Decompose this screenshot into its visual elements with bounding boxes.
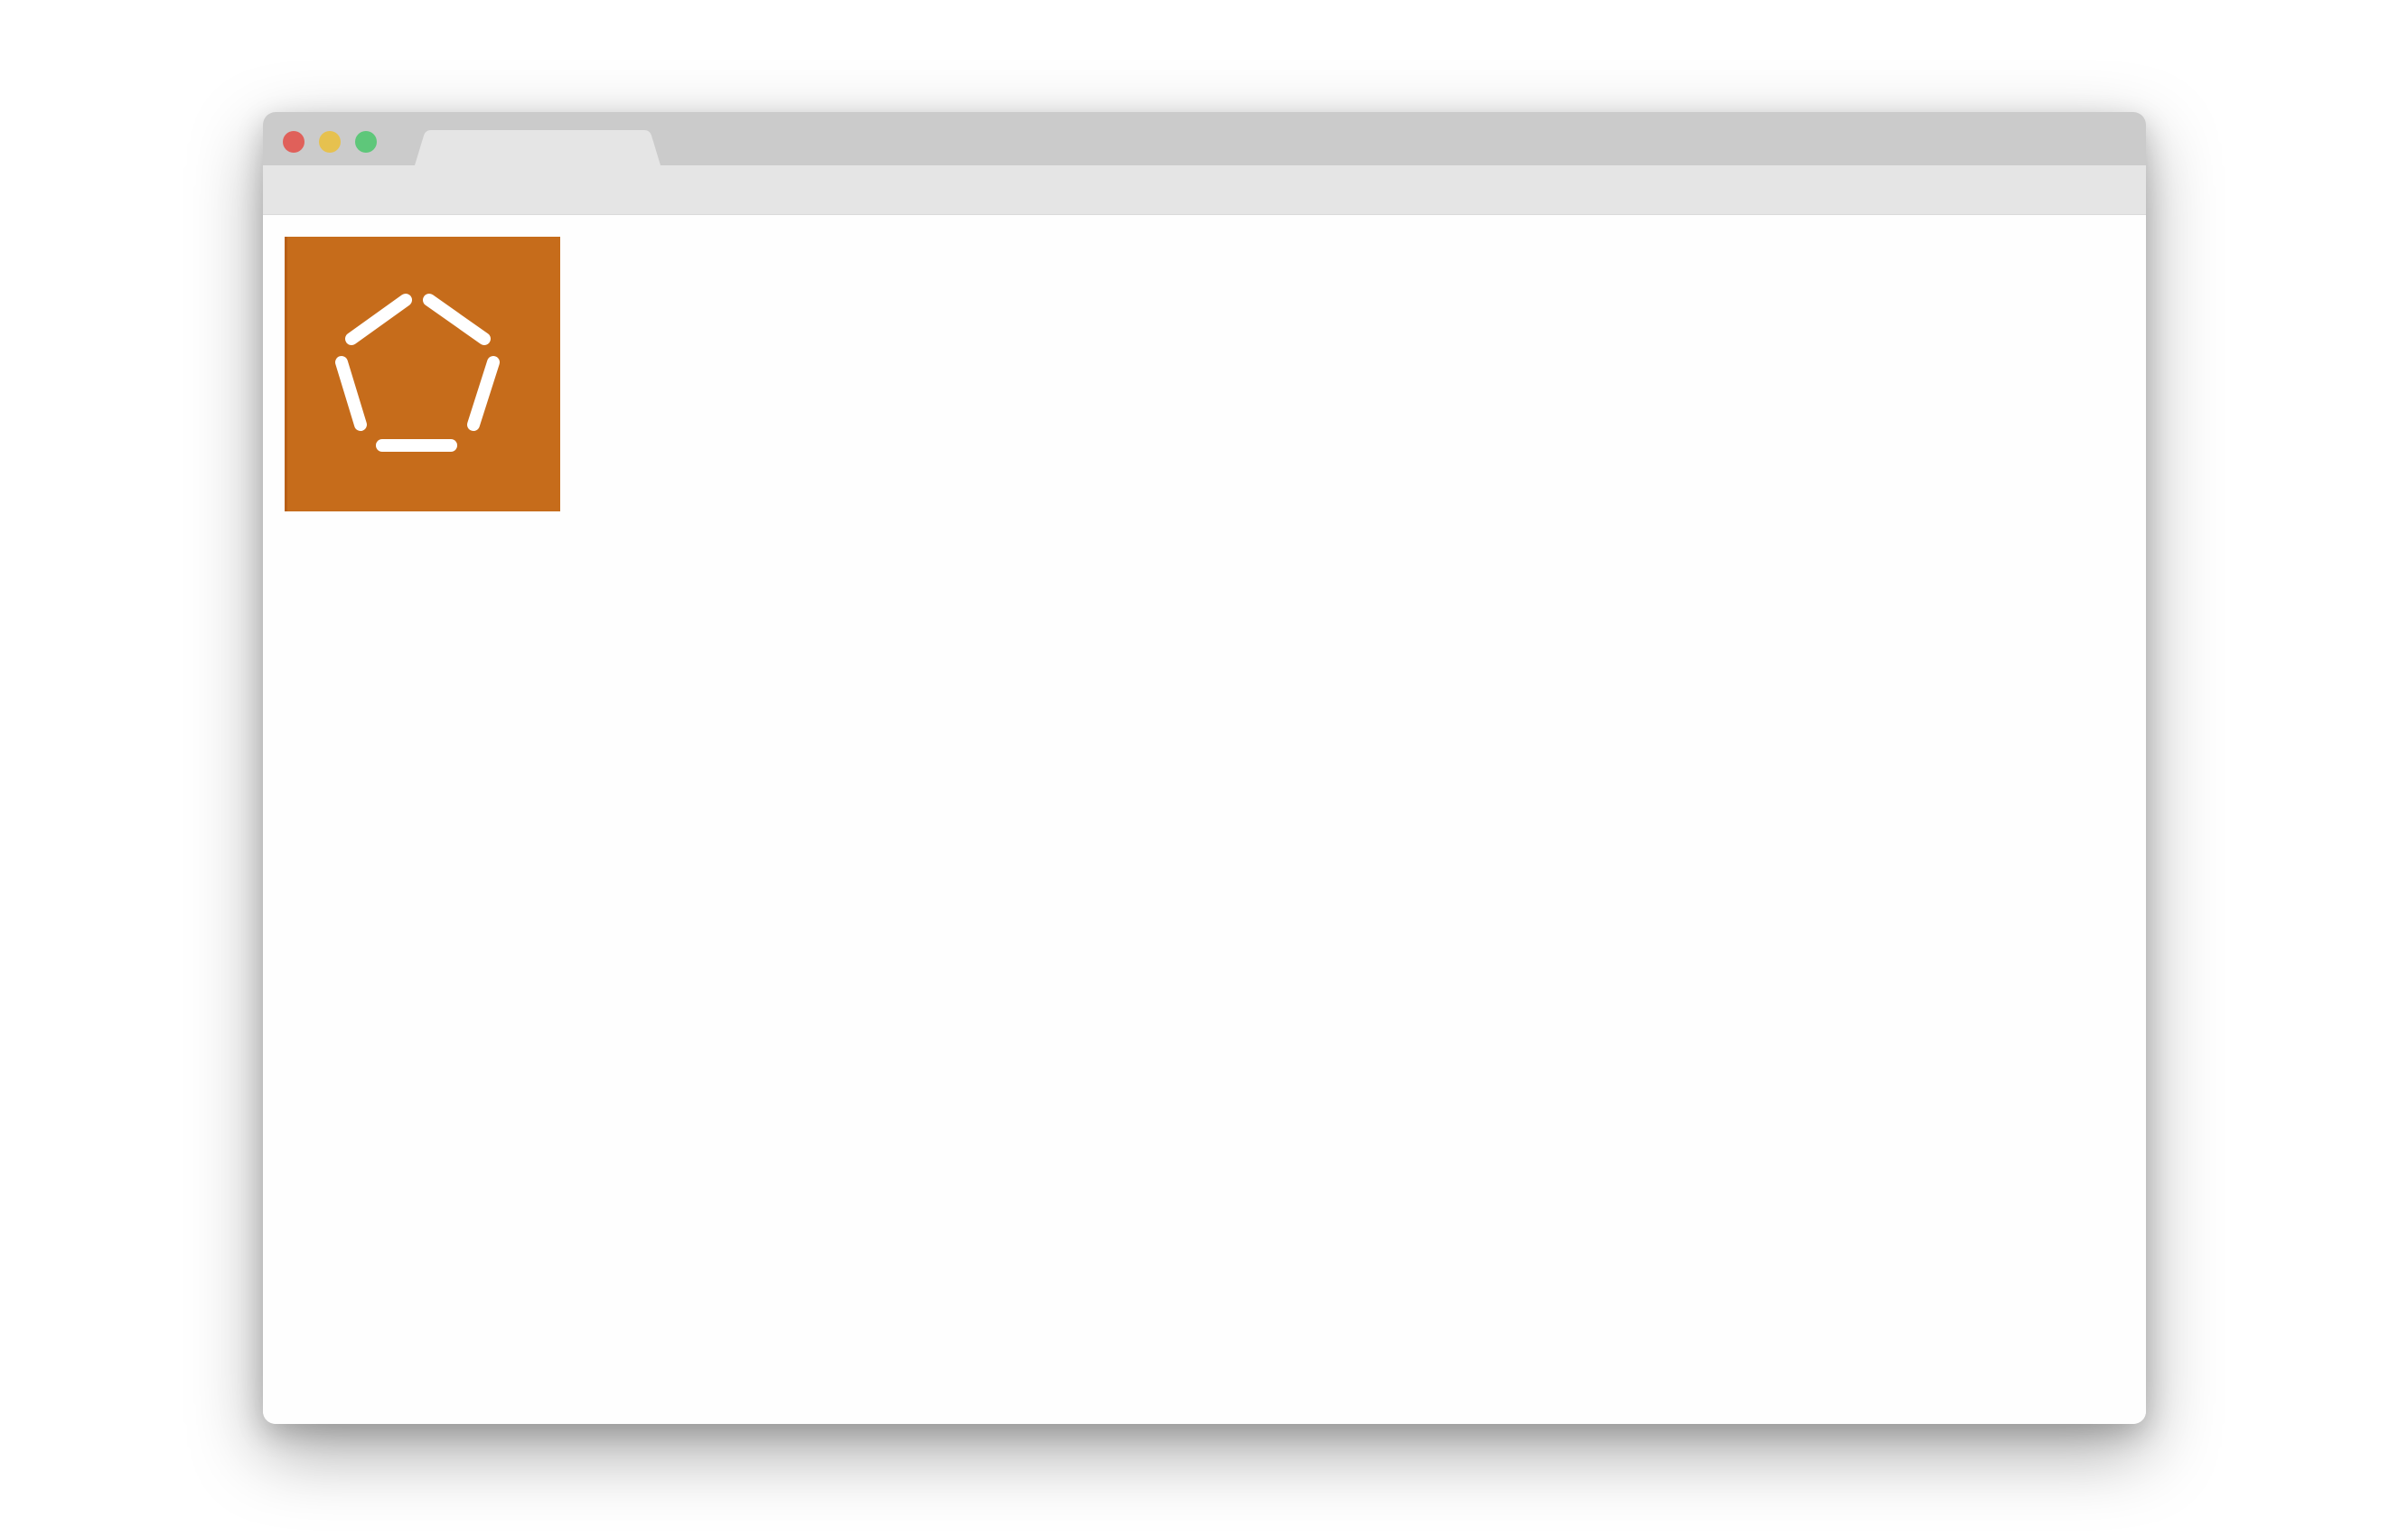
browser-window — [263, 112, 2146, 1424]
page-content — [263, 215, 2146, 1424]
close-button[interactable] — [283, 131, 305, 153]
browser-tab[interactable] — [415, 130, 668, 165]
title-bar — [263, 112, 2146, 165]
logo — [285, 237, 560, 511]
toolbar — [263, 165, 2146, 215]
pentagon-icon — [335, 294, 500, 452]
maximize-button[interactable] — [355, 131, 377, 153]
minimize-button[interactable] — [319, 131, 341, 153]
